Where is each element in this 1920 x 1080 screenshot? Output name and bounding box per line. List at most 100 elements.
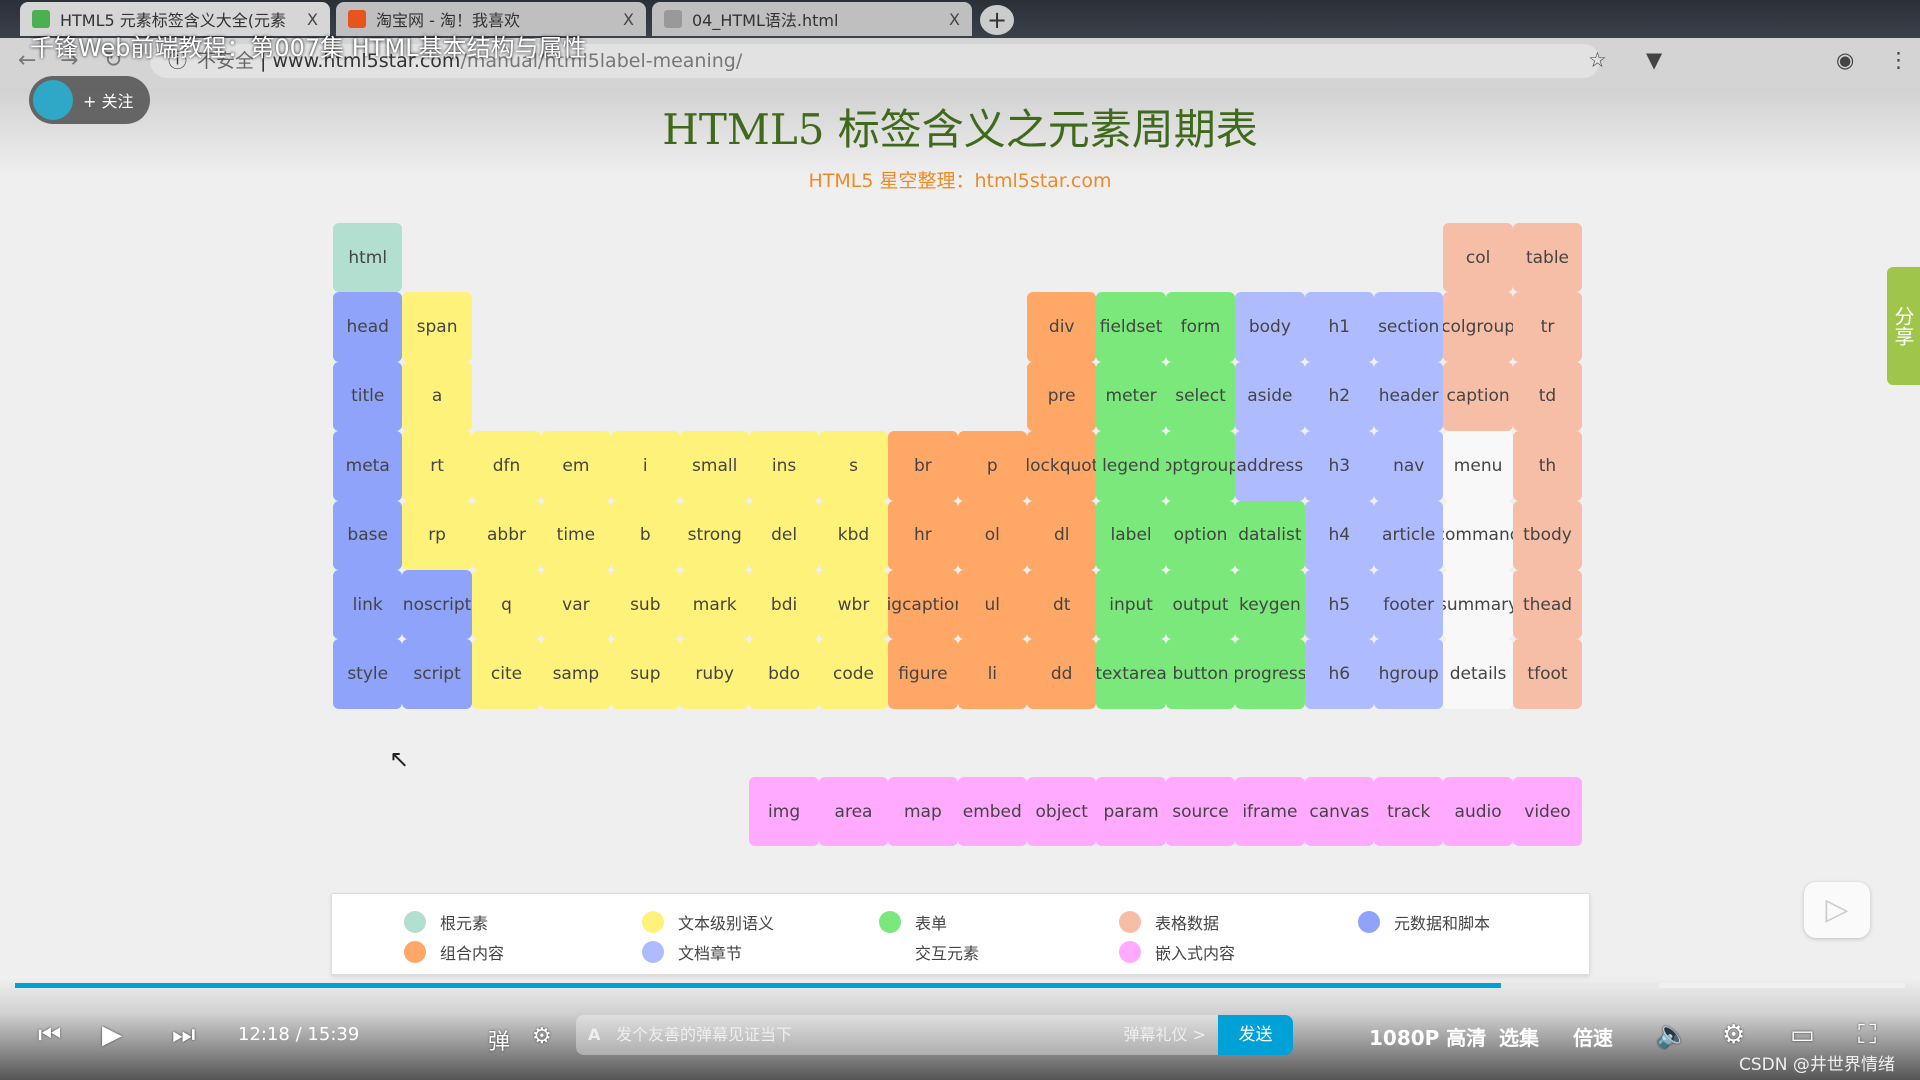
element-h2[interactable]: h2 (1304, 361, 1374, 432)
element-legend[interactable]: legend (1096, 431, 1166, 501)
element-rp[interactable]: rp (402, 500, 472, 570)
element-button[interactable]: button (1165, 639, 1236, 709)
element-meta[interactable]: meta (333, 431, 403, 501)
close-tab-icon[interactable]: X (307, 10, 318, 29)
element-br[interactable]: br (888, 431, 958, 501)
element-mark[interactable]: mark (680, 570, 750, 640)
previous-icon[interactable]: ⏮ (38, 1020, 61, 1051)
element-aside[interactable]: aside (1235, 361, 1305, 432)
element-hgroup[interactable]: hgroup (1374, 639, 1444, 709)
element-form[interactable]: form (1165, 292, 1236, 362)
element-track[interactable]: track (1374, 777, 1444, 847)
element-cite[interactable]: cite (471, 639, 542, 709)
element-base[interactable]: base (333, 500, 403, 570)
element-bdi[interactable]: bdi (749, 570, 819, 640)
element-dt[interactable]: dt (1027, 570, 1097, 640)
element-tbody[interactable]: tbody (1512, 500, 1583, 570)
tab-html-file[interactable]: 04_HTML语法.html X (652, 2, 972, 36)
element-samp[interactable]: samp (541, 639, 611, 709)
element-address[interactable]: address (1235, 431, 1305, 501)
danmaku-toggle-icon[interactable]: 弹 (488, 1024, 510, 1056)
element-pre[interactable]: pre (1027, 361, 1097, 432)
element-th[interactable]: th (1512, 431, 1583, 501)
element-var[interactable]: var (541, 570, 611, 640)
episodes-button[interactable]: 选集 (1499, 1022, 1539, 1051)
element-caption[interactable]: caption (1443, 361, 1513, 432)
danmaku-settings-icon[interactable]: ⚙ (532, 1024, 552, 1049)
element-footer[interactable]: footer (1374, 570, 1444, 640)
element-h3[interactable]: h3 (1304, 431, 1374, 501)
element-param[interactable]: param (1096, 777, 1166, 847)
element-ruby[interactable]: ruby (680, 639, 750, 709)
element-b[interactable]: b (610, 500, 680, 570)
picture-in-picture-icon[interactable]: ▭ (1790, 1020, 1815, 1050)
element-tr[interactable]: tr (1512, 292, 1583, 362)
element-table[interactable]: table (1512, 223, 1583, 293)
close-tab-icon[interactable]: X (623, 10, 634, 29)
extension-icon[interactable]: ▼ (1646, 48, 1662, 72)
element-area[interactable]: area (818, 777, 889, 847)
element-menu[interactable]: menu (1443, 431, 1513, 501)
element-td[interactable]: td (1512, 361, 1583, 432)
element-summary[interactable]: summary (1443, 570, 1513, 640)
element-script[interactable]: script (402, 639, 472, 709)
element-style[interactable]: style (333, 639, 403, 709)
element-keygen[interactable]: keygen (1235, 570, 1305, 640)
element-figure[interactable]: figure (888, 639, 958, 709)
element-li[interactable]: li (957, 639, 1027, 709)
account-icon[interactable]: ◉ (1836, 48, 1854, 72)
element-canvas[interactable]: canvas (1304, 777, 1374, 847)
element-strong[interactable]: strong (680, 500, 750, 570)
close-tab-icon[interactable]: X (949, 10, 960, 29)
element-section[interactable]: section (1374, 292, 1444, 362)
element-article[interactable]: article (1374, 500, 1444, 570)
element-datalist[interactable]: datalist (1235, 500, 1305, 570)
element-ol[interactable]: ol (957, 500, 1027, 570)
volume-icon[interactable]: 🔈 (1656, 1020, 1688, 1050)
element-iframe[interactable]: iframe (1235, 777, 1305, 847)
element-wbr[interactable]: wbr (818, 570, 889, 640)
element-head[interactable]: head (333, 292, 403, 362)
element-command[interactable]: command (1443, 500, 1513, 570)
element-span[interactable]: span (402, 292, 472, 362)
element-html[interactable]: html (333, 223, 403, 293)
follow-button[interactable]: + 关注 (29, 76, 150, 124)
element-tfoot[interactable]: tfoot (1512, 639, 1583, 709)
speed-button[interactable]: 倍速 (1573, 1022, 1613, 1051)
share-tab[interactable]: 分享 (1887, 267, 1920, 385)
play-icon[interactable]: ▶ (102, 1020, 122, 1050)
new-tab-button[interactable]: + (980, 5, 1014, 35)
element-option[interactable]: option (1165, 500, 1236, 570)
element-nav[interactable]: nav (1374, 431, 1444, 501)
element-div[interactable]: div (1027, 292, 1097, 362)
element-figcaption[interactable]: figcaption (888, 570, 958, 640)
element-progress[interactable]: progress (1235, 639, 1305, 709)
element-h5[interactable]: h5 (1304, 570, 1374, 640)
element-h4[interactable]: h4 (1304, 500, 1374, 570)
element-col[interactable]: col (1443, 223, 1513, 293)
quality-button[interactable]: 1080P 高清 (1369, 1022, 1486, 1051)
element-audio[interactable]: audio (1443, 777, 1513, 847)
element-em[interactable]: em (541, 431, 611, 501)
element-colgroup[interactable]: colgroup (1443, 292, 1513, 362)
element-sup[interactable]: sup (610, 639, 680, 709)
element-map[interactable]: map (888, 777, 958, 847)
element-dl[interactable]: dl (1027, 500, 1097, 570)
element-small[interactable]: small (680, 431, 750, 501)
element-select[interactable]: select (1165, 361, 1236, 432)
settings-icon[interactable]: ⚙ (1722, 1020, 1745, 1050)
progress-bar[interactable] (15, 983, 1905, 988)
element-a[interactable]: a (402, 361, 472, 432)
element-header[interactable]: header (1374, 361, 1444, 432)
element-time[interactable]: time (541, 500, 611, 570)
send-button[interactable]: 发送 (1218, 1015, 1293, 1055)
element-p[interactable]: p (957, 431, 1027, 501)
element-link[interactable]: link (333, 570, 403, 640)
danmaku-input[interactable]: A 发个友善的弹幕见证当下 弹幕礼仪 > (576, 1015, 1218, 1055)
element-input[interactable]: input (1096, 570, 1166, 640)
next-icon[interactable]: ⏭ (172, 1020, 195, 1051)
element-blockquote[interactable]: blockquote (1027, 431, 1097, 501)
element-img[interactable]: img (749, 777, 819, 847)
element-del[interactable]: del (749, 500, 819, 570)
bilibili-tv-icon[interactable]: ▷ (1804, 882, 1870, 938)
